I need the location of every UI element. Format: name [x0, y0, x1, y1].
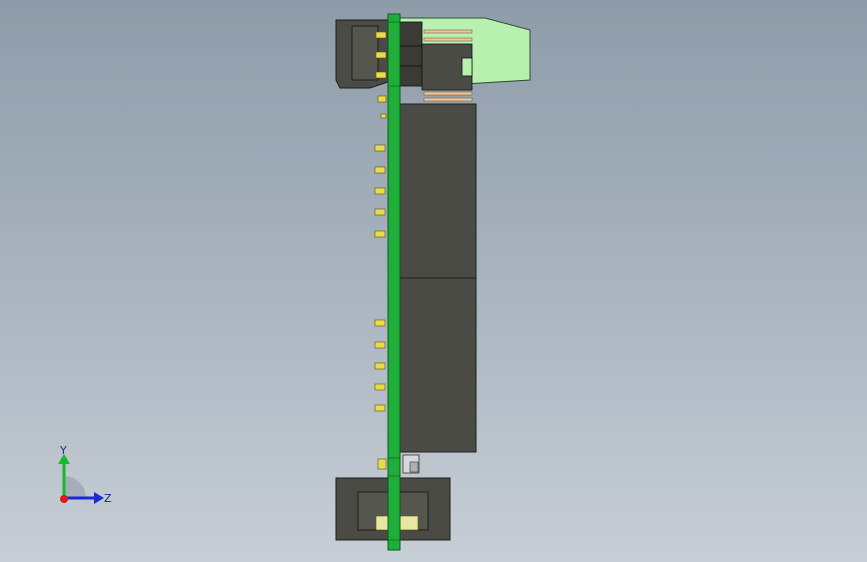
pcb-board	[387, 13, 401, 551]
z-axis-label: Z	[104, 492, 112, 505]
component-block-upper	[399, 103, 477, 279]
y-axis-label: Y	[59, 444, 67, 457]
top-housing	[335, 19, 389, 89]
top-connector	[399, 17, 531, 102]
view-orientation-triad[interactable]: Y Z	[40, 440, 130, 520]
triad-quadrant	[64, 476, 86, 498]
origin-dot	[60, 495, 68, 503]
pcb-assembly-side-view[interactable]	[0, 0, 867, 562]
left-pins	[374, 95, 387, 412]
cad-viewport[interactable]: Y Z	[0, 0, 867, 562]
z-axis-arrowhead	[94, 492, 104, 504]
component-block-lower	[399, 277, 477, 453]
